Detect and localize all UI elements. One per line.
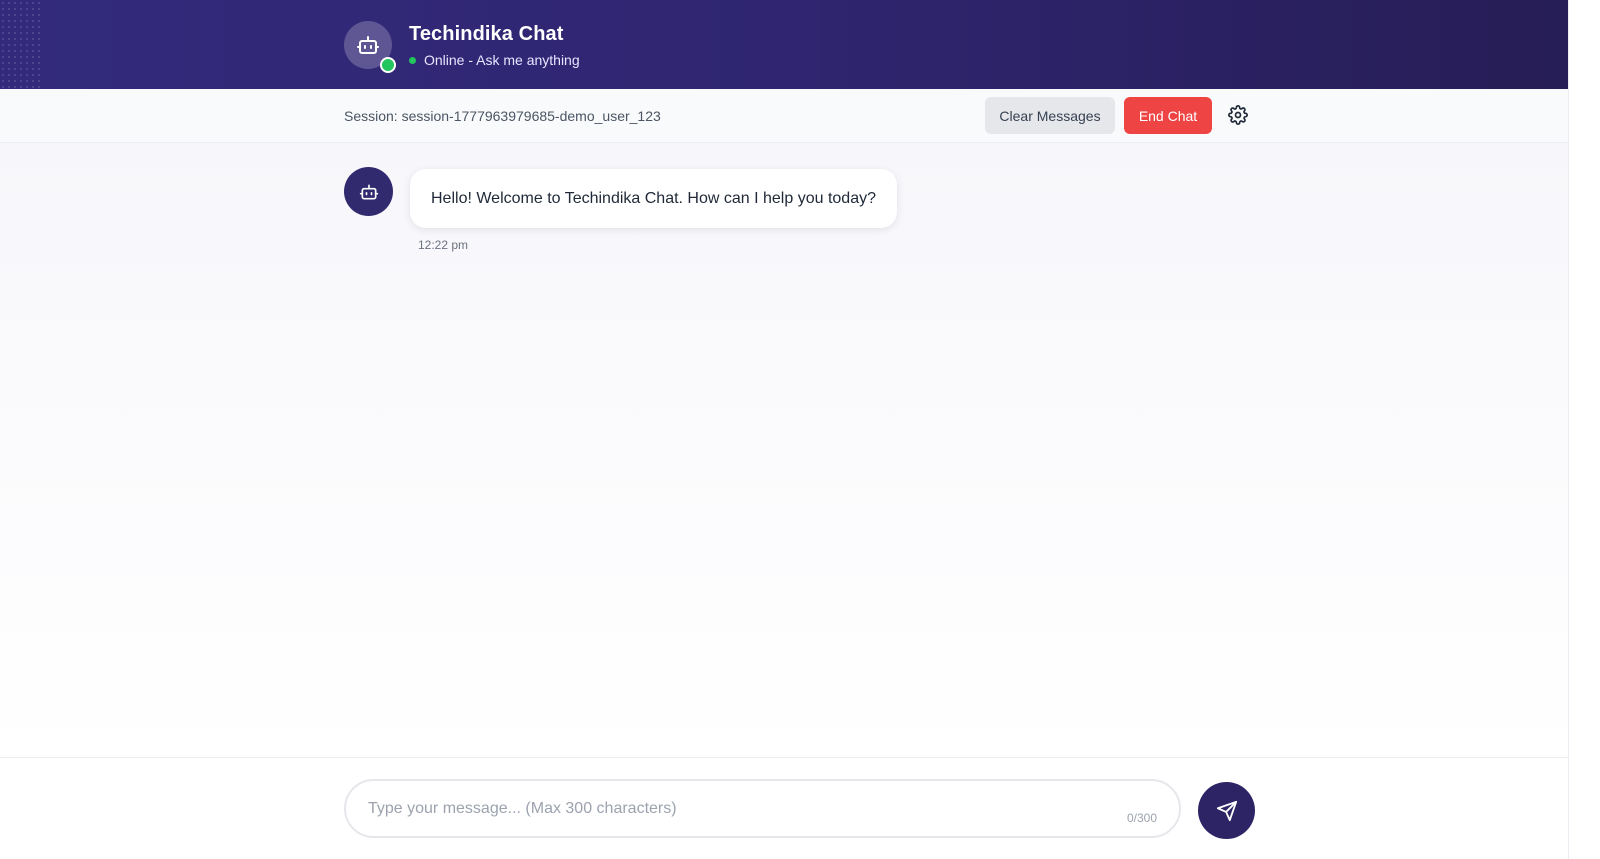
send-icon	[1216, 800, 1237, 821]
send-button[interactable]	[1198, 782, 1255, 839]
gear-icon	[1228, 105, 1248, 125]
composer-bar: 0/300	[0, 757, 1600, 859]
robot-icon	[357, 36, 379, 54]
message-input[interactable]	[368, 781, 1108, 836]
clear-messages-button[interactable]: Clear Messages	[985, 97, 1115, 134]
char-counter: 0/300	[1126, 811, 1157, 825]
scrollbar-thumb[interactable]	[1573, 0, 1596, 859]
chat-header: Techindika Chat Online - Ask me anything	[0, 0, 1600, 89]
chat-status-text: Online - Ask me anything	[424, 52, 580, 68]
header-dot-pattern	[0, 0, 44, 89]
message-timestamp: 12:22 pm	[418, 238, 469, 252]
message-list[interactable]: Hello! Welcome to Techindika Chat. How c…	[0, 143, 1600, 757]
session-id: Session: session-1777963979685-demo_user…	[344, 108, 661, 124]
session-bar: Session: session-1777963979685-demo_user…	[0, 89, 1600, 143]
settings-button[interactable]	[1226, 103, 1250, 127]
bot-message-bubble: Hello! Welcome to Techindika Chat. How c…	[410, 169, 897, 228]
main-panel: Techindika Chat Online - Ask me anything…	[0, 0, 1600, 859]
chat-status: Online - Ask me anything	[409, 52, 580, 68]
bot-avatar	[344, 167, 393, 216]
end-chat-button[interactable]: End Chat	[1124, 97, 1212, 134]
status-dot-icon	[409, 56, 416, 64]
online-indicator	[380, 57, 396, 73]
message-input-wrapper: 0/300	[344, 779, 1181, 838]
chat-app: Techindika Chat Online - Ask me anything…	[0, 0, 1600, 859]
chat-title: Techindika Chat	[409, 23, 564, 45]
page-scrollbar[interactable]	[1568, 0, 1600, 859]
robot-icon	[359, 184, 378, 199]
